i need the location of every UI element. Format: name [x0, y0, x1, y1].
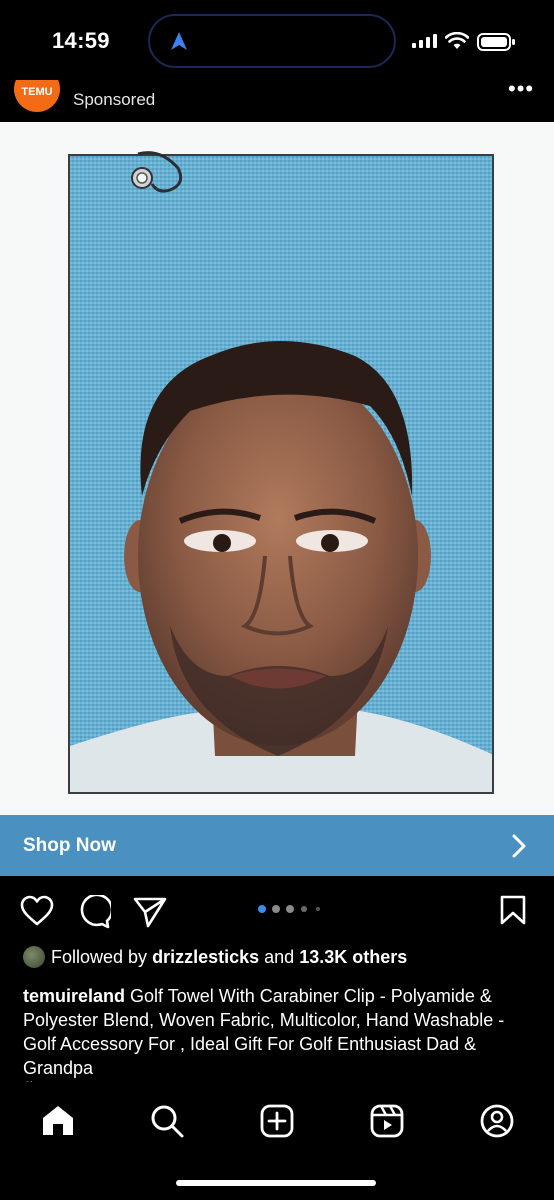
caption-username[interactable]: temuireland [23, 986, 125, 1006]
post-caption: temuireland Golf Towel With Carabiner Cl… [23, 984, 537, 1080]
followed-by-text[interactable]: Followed by drizzlesticks and 13.3K othe… [51, 947, 407, 968]
portrait-photo [70, 341, 492, 792]
follower-avatar[interactable] [23, 946, 45, 968]
followed-by-prefix: Followed by [51, 947, 148, 967]
cellular-signal-icon [412, 34, 437, 48]
carousel-dot [286, 905, 294, 913]
bookmark-icon[interactable] [499, 895, 527, 925]
shop-now-label: Shop Now [23, 835, 116, 856]
profile-icon[interactable] [480, 1104, 514, 1138]
heart-icon[interactable] [20, 895, 54, 927]
post-media[interactable] [0, 122, 554, 815]
advertiser-avatar[interactable]: TEMU [14, 80, 60, 112]
navigation-arrow-icon [171, 32, 187, 50]
shop-now-button[interactable]: Shop Now [0, 815, 554, 876]
create-post-icon[interactable] [260, 1104, 294, 1138]
dynamic-island[interactable] [148, 14, 396, 68]
chevron-right-icon [512, 834, 526, 858]
others-count[interactable]: 13.3K others [299, 947, 407, 967]
comment-icon[interactable] [77, 895, 111, 929]
carousel-dot [316, 907, 320, 911]
product-image [68, 154, 494, 794]
send-icon[interactable] [133, 896, 167, 928]
carousel-dot [272, 905, 280, 913]
sponsored-label: Sponsored [73, 90, 156, 109]
carousel-dot-active [258, 905, 266, 913]
carabiner-clip-icon [131, 151, 183, 193]
post-header: TEMU Sponsored ••• [0, 80, 554, 122]
followed-by-joiner: and [264, 947, 295, 967]
battery-icon [477, 33, 515, 51]
status-time: 14:59 [52, 28, 110, 53]
follower-username[interactable]: drizzlesticks [152, 947, 259, 967]
home-indicator[interactable] [176, 1180, 376, 1186]
home-icon[interactable] [41, 1104, 75, 1136]
carousel-dot [301, 906, 307, 912]
more-options-icon[interactable]: ••• [508, 80, 534, 102]
search-icon[interactable] [150, 1104, 184, 1138]
reels-icon[interactable] [370, 1104, 404, 1138]
wifi-icon [445, 32, 469, 49]
